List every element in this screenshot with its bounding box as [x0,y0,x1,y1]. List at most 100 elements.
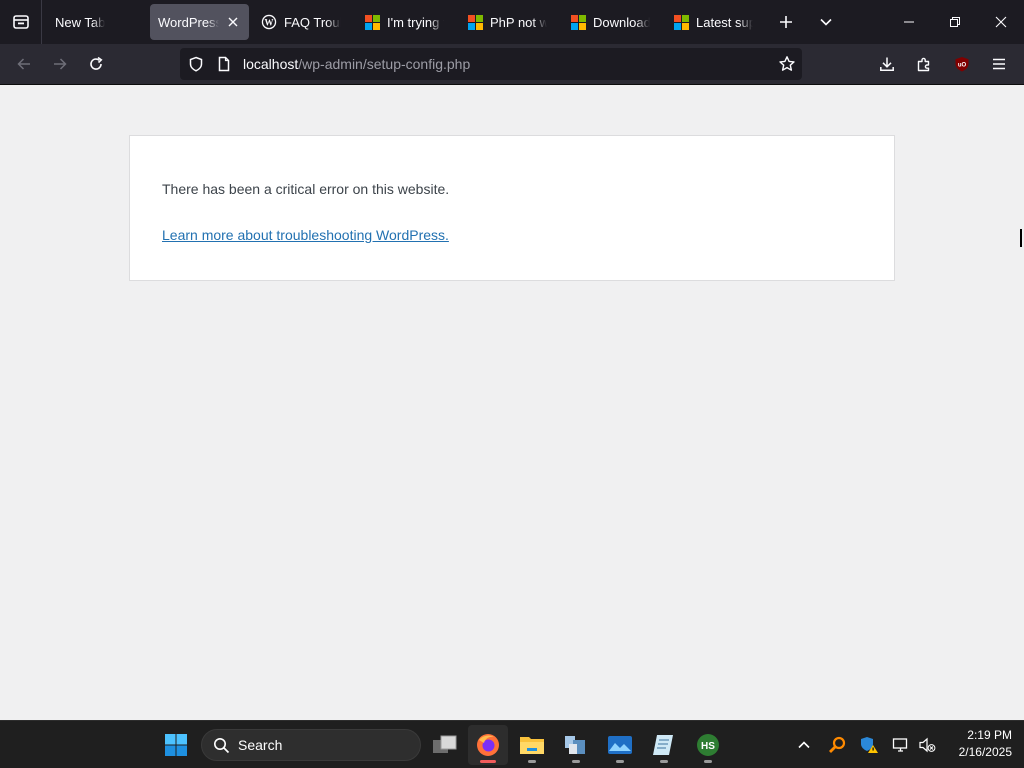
tab-faq-troubleshooting[interactable]: W FAQ Troubleshooting [253,4,349,40]
taskbar-file-explorer[interactable] [512,725,552,765]
firefox-view-icon [12,15,29,29]
running-indicator [704,760,712,763]
tab-title: Download [593,14,650,30]
extensions-button[interactable] [908,48,940,80]
tray-search-tool[interactable] [823,729,851,761]
firefox-view-button[interactable] [0,0,42,44]
running-indicator [616,760,624,763]
running-indicator [572,760,580,763]
tray-volume[interactable] [913,729,941,761]
minimize-button[interactable] [886,0,932,44]
close-tab-icon[interactable] [225,14,241,30]
close-icon [995,16,1007,28]
hs-app-icon: HS [697,734,719,756]
chevron-up-icon [798,741,810,749]
list-all-tabs-button[interactable] [810,6,842,38]
url-host: localhost [243,56,299,72]
error-message-box: There has been a critical error on this … [129,135,895,281]
speaker-muted-icon [919,737,936,753]
critical-error-message: There has been a critical error on this … [162,181,450,197]
new-tab-button[interactable] [770,6,802,38]
system-clock[interactable]: 2:19 PM 2/16/2025 [940,727,1012,761]
notepad-icon [653,735,673,755]
task-view-icon [433,735,457,753]
app-boxes-icon [565,736,585,754]
firefox-icon [477,734,499,756]
app-menu-button[interactable] [983,48,1015,80]
picture-icon [608,736,632,754]
taskbar-search-box[interactable]: Search [201,729,421,761]
back-button[interactable] [8,48,40,80]
hamburger-menu-icon [993,58,1005,70]
ublock-shield-icon: uO [955,57,969,72]
running-indicator [660,760,668,763]
clock-time: 2:19 PM [967,728,1012,742]
search-icon [213,737,230,757]
tab-title: I'm trying to [387,14,444,30]
url-path: /wp-admin/setup-config.php [298,56,471,72]
url-text[interactable]: localhost/wp-admin/setup-config.php [243,56,470,72]
tab-title: FAQ Troubleshooting [284,14,341,30]
close-window-button[interactable] [978,0,1024,44]
page-info-icon[interactable] [216,56,232,75]
network-monitor-icon [892,738,908,752]
microsoft-icon [673,14,689,30]
tab-wordpress-error[interactable]: WordPress › Error [150,4,249,40]
reload-button[interactable] [80,48,112,80]
svg-text:HS: HS [701,741,715,752]
forward-button[interactable] [44,48,76,80]
text-cursor [1020,228,1022,248]
tab-latest-supported[interactable]: Latest supported [665,4,761,40]
running-indicator [528,760,536,763]
arrow-right-icon [54,58,67,70]
clock-date: 2/16/2025 [958,745,1012,759]
plus-icon [780,16,792,28]
tab-strip: New Tab WordPress › Error W FAQ Troubles… [0,0,1024,44]
ublock-origin-button[interactable]: uO [946,48,978,80]
magnifier-tool-icon [829,736,846,753]
search-placeholder: Search [238,737,283,753]
tab-title: WordPress › Error [158,14,220,30]
restore-icon [950,17,960,27]
start-button[interactable] [156,725,196,765]
tab-new-tab[interactable]: New Tab [47,4,145,40]
folder-icon [520,737,544,754]
navigation-toolbar: localhost/wp-admin/setup-config.php uO [0,44,1024,85]
address-bar[interactable]: localhost/wp-admin/setup-config.php [180,48,802,80]
task-view-button[interactable] [425,725,465,765]
taskbar-hs-app[interactable]: HS [688,725,728,765]
microsoft-icon [467,14,483,30]
windows-logo-icon [165,734,187,756]
tab-title: New Tab [55,14,106,30]
svg-text:W: W [265,17,274,27]
tray-security[interactable] [855,729,883,761]
reload-icon [90,56,103,70]
taskbar-notepad-app[interactable] [644,725,684,765]
bookmark-star-icon[interactable] [778,55,796,76]
downloads-button[interactable] [871,48,903,80]
tab-im-trying[interactable]: I'm trying to [356,4,452,40]
microsoft-icon [570,14,586,30]
minimize-icon [904,21,914,23]
tab-download[interactable]: Download [562,4,658,40]
tracking-protection-shield-icon[interactable] [188,56,204,75]
show-hidden-icons-button[interactable] [790,729,818,761]
tray-network[interactable] [887,729,915,761]
taskbar-firefox[interactable] [468,725,508,765]
wordpress-icon: W [261,14,277,30]
troubleshooting-link[interactable]: Learn more about troubleshooting WordPre… [162,226,449,244]
security-warning-icon [861,737,878,753]
svg-text:uO: uO [958,63,967,69]
taskbar-photo-app[interactable] [600,725,640,765]
taskbar-app-cubes[interactable] [556,725,596,765]
page-content: There has been a critical error on this … [0,85,1024,720]
tab-php-not-working[interactable]: PhP not working [459,4,555,40]
chevron-down-icon [820,18,832,26]
running-indicator [480,760,496,763]
download-icon [880,57,894,71]
arrow-left-icon [17,58,30,70]
puzzle-piece-icon [917,57,930,72]
microsoft-icon [364,14,380,30]
restore-button[interactable] [932,0,978,44]
tab-title: PhP not working [490,14,547,30]
